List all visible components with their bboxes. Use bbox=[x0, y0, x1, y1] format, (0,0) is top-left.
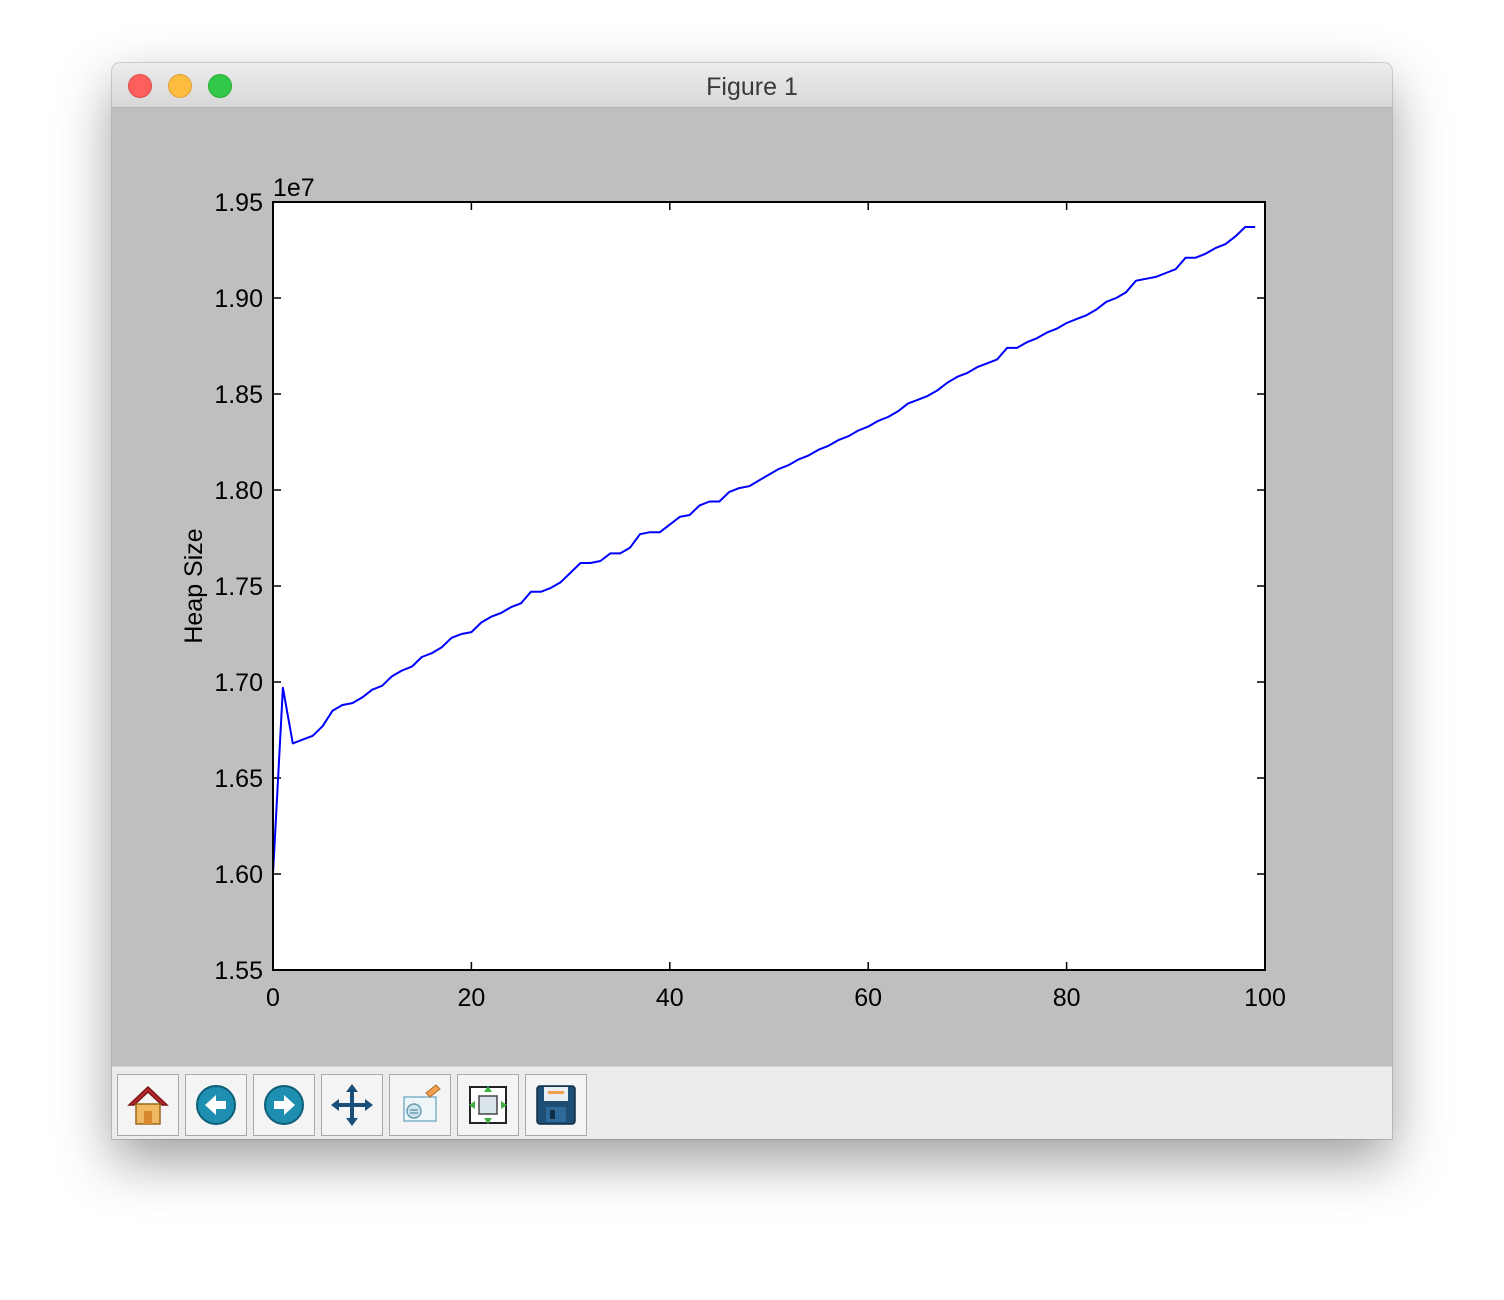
home-icon bbox=[127, 1085, 169, 1125]
offset-label: 1e7 bbox=[273, 174, 315, 202]
floppy-disk-icon bbox=[536, 1085, 576, 1125]
y-tick-label: 1.75 bbox=[214, 573, 263, 601]
forward-arrow-icon bbox=[264, 1085, 304, 1125]
zoom-button[interactable] bbox=[389, 1074, 451, 1136]
y-tick-label: 1.90 bbox=[214, 285, 263, 313]
x-tick-label: 20 bbox=[457, 984, 485, 1012]
plot-area bbox=[273, 202, 1265, 970]
x-tick-label: 100 bbox=[1244, 984, 1286, 1012]
figure-canvas[interactable]: 0 20 40 60 80 100 1.55 1.60 1.65 1.70 1.75 1.80 1.85… bbox=[112, 108, 1392, 1066]
back-arrow-icon bbox=[196, 1085, 236, 1125]
figure-window: Figure 1 0 20 40 60 80 100 1.55 1.60 1.65 1.70 1.7… bbox=[112, 63, 1392, 1139]
x-tick-label: 0 bbox=[266, 984, 280, 1012]
save-button[interactable] bbox=[525, 1074, 587, 1136]
y-axis-label: Heap Size bbox=[180, 528, 208, 643]
subplots-config-icon bbox=[469, 1086, 507, 1124]
title-bar[interactable]: Figure 1 bbox=[112, 63, 1392, 108]
back-button[interactable] bbox=[185, 1074, 247, 1136]
y-tick-label: 1.95 bbox=[214, 189, 263, 217]
home-button[interactable] bbox=[117, 1074, 179, 1136]
x-tick-label: 60 bbox=[854, 984, 882, 1012]
y-tick-label: 1.80 bbox=[214, 477, 263, 505]
y-tick-label: 1.70 bbox=[214, 669, 263, 697]
navigation-toolbar bbox=[112, 1066, 1392, 1139]
pan-button[interactable] bbox=[321, 1074, 383, 1136]
x-tick-label: 40 bbox=[656, 984, 684, 1012]
forward-button[interactable] bbox=[253, 1074, 315, 1136]
window-title: Figure 1 bbox=[706, 73, 798, 101]
y-tick-label: 1.65 bbox=[214, 765, 263, 793]
pan-arrows-icon bbox=[331, 1084, 373, 1126]
y-tick-label: 1.85 bbox=[214, 381, 263, 409]
subplots-button[interactable] bbox=[457, 1074, 519, 1136]
zoom-rect-icon bbox=[403, 1084, 441, 1122]
x-tick-label: 80 bbox=[1053, 984, 1081, 1012]
line-chart: 0 20 40 60 80 100 1.55 1.60 1.65 1.70 1.75 1.80 1.85… bbox=[180, 174, 1286, 1012]
y-tick-label: 1.55 bbox=[214, 957, 263, 985]
y-tick-label: 1.60 bbox=[214, 861, 263, 889]
